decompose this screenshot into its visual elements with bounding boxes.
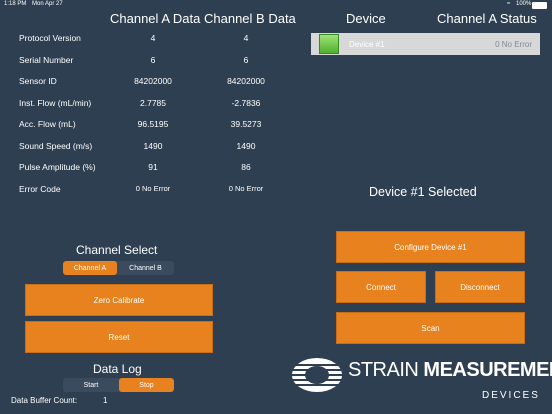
channel-a-value: 2.7785 [140,98,166,108]
channel-a-option[interactable]: Channel A [63,261,117,275]
disconnect-button[interactable]: Disconnect [435,271,525,303]
row-label: Sound Speed (m/s) [19,141,93,151]
connect-button[interactable]: Connect [336,271,426,303]
logo-strain: STRAIN [348,359,419,381]
channel-b-option[interactable]: Channel B [117,261,174,275]
logo-globe-icon [292,358,342,392]
device-status: 0 No Error [495,39,532,49]
row-label: Protocol Version [19,33,81,43]
channel-b-value: -2.7836 [231,98,261,108]
status-battery: 100% [516,1,532,7]
device-header: Device [346,11,386,26]
channel-b-value: 6 [243,55,249,65]
logo-measurement: MEASUREMENT [423,359,552,381]
device-list-item[interactable]: Device #1 0 No Error [311,33,540,55]
row-label: Acc. Flow (mL) [19,119,76,129]
channel-a-value: 91 [148,162,158,172]
battery-icon [532,2,547,9]
channel-b-value: 1490 [236,141,256,151]
channel-b-data-header: Channel B Data [204,11,296,26]
logo-devices: DEVICES [482,390,540,401]
channel-segmented-control: Channel A Channel B [63,261,174,275]
row-label: Error Code [19,184,61,194]
data-buffer-count: 1 [103,396,108,405]
zero-calibrate-button[interactable]: Zero Calibrate [25,284,213,316]
status-date: Mon Apr 27 [32,1,63,7]
reset-button[interactable]: Reset [25,321,213,353]
channel-b-value: 86 [241,162,251,172]
row-label: Pulse Amplitude (%) [19,162,96,172]
channel-a-data-header: Channel A Data [110,11,201,26]
channel-a-value: 96.5195 [137,119,169,129]
channel-b-value: 4 [243,33,249,43]
data-log-title: Data Log [93,362,142,376]
channel-a-value: 6 [150,55,156,65]
connection-led-icon [319,34,339,54]
data-buffer-label: Data Buffer Count: [11,396,78,405]
configure-device-button[interactable]: Configure Device #1 [336,231,525,263]
row-label: Inst. Flow (mL/min) [19,98,92,108]
channel-b-value: 84202000 [227,76,265,86]
row-label: Serial Number [19,55,74,65]
start-option[interactable]: Start [63,378,119,392]
channel-a-value: 4 [150,33,156,43]
channel-a-value: 84202000 [134,76,172,86]
row-label: Sensor ID [19,76,57,86]
logo-wordmark: STRAIN MEASUREMENT [348,359,552,382]
status-time: 1:18 PM [4,1,27,7]
channel-b-value: 39.5273 [230,119,262,129]
channel-b-value: 0 No Error [228,184,264,193]
channel-a-status-header: Channel A Status [437,11,537,26]
data-log-segmented-control: Start Stop [63,378,174,392]
selected-device-text: Device #1 Selected [369,185,477,199]
stop-option[interactable]: Stop [119,378,174,392]
device-name: Device #1 [349,39,385,49]
channel-a-value: 1490 [143,141,163,151]
scan-button[interactable]: Scan [336,312,525,344]
wifi-icon: ≈ [507,1,511,7]
channel-a-value: 0 No Error [135,184,171,193]
channel-select-title: Channel Select [76,243,158,257]
